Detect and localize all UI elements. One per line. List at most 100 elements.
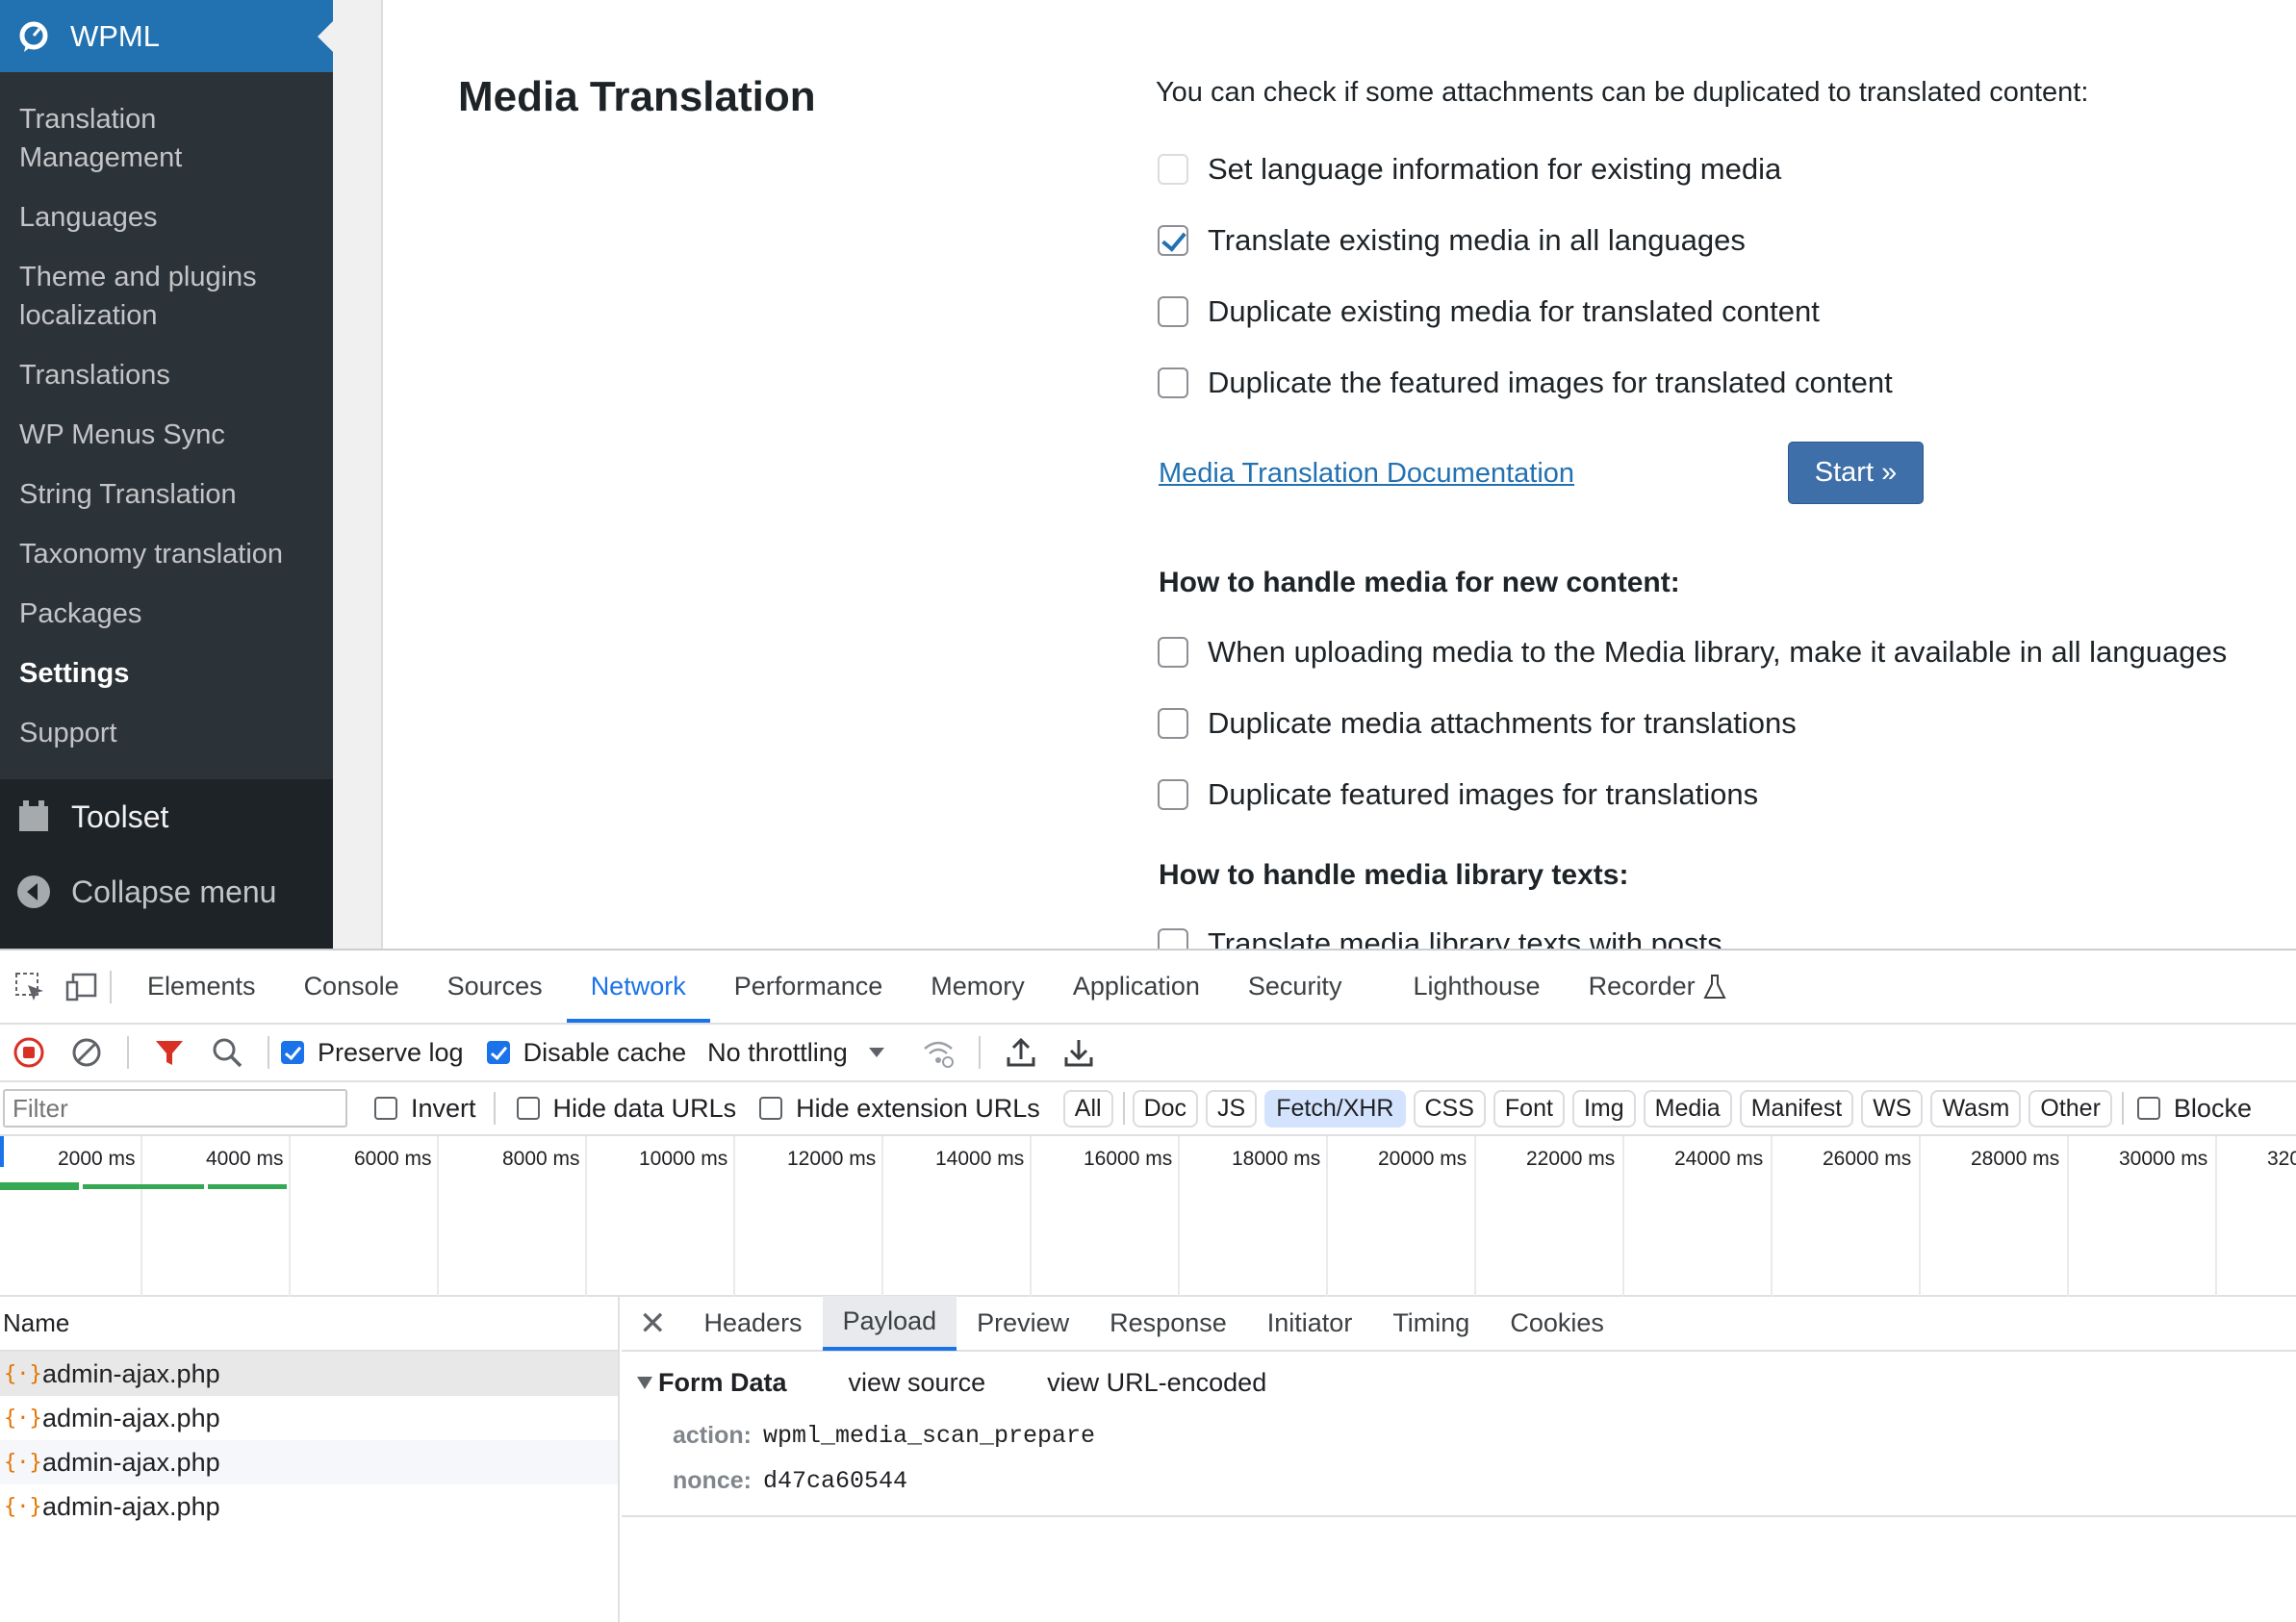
checkbox[interactable] — [1158, 708, 1188, 739]
request-row[interactable]: {·} admin-ajax.php — [0, 1352, 618, 1396]
close-icon[interactable]: ✕ — [639, 1305, 667, 1343]
timeline-selection-handle[interactable] — [0, 1136, 4, 1167]
tab-network[interactable]: Network — [566, 950, 710, 1023]
checkbox[interactable] — [1158, 225, 1188, 256]
filter-input[interactable] — [3, 1089, 347, 1128]
checkbox[interactable] — [1158, 154, 1188, 185]
tab-preview[interactable]: Preview — [957, 1296, 1089, 1351]
request-row[interactable]: {·} admin-ajax.php — [0, 1484, 618, 1529]
tab-initiator[interactable]: Initiator — [1247, 1296, 1373, 1351]
tab-response[interactable]: Response — [1089, 1296, 1247, 1351]
checkbox[interactable] — [1158, 779, 1188, 810]
tab-application[interactable]: Application — [1049, 950, 1224, 1023]
media-translation-doc-link[interactable]: Media Translation Documentation — [1159, 458, 1574, 490]
disable-cache-checkbox[interactable] — [486, 1041, 510, 1064]
dropdown-arrow-icon[interactable] — [867, 1046, 886, 1059]
expand-triangle-icon[interactable] — [637, 1376, 652, 1389]
tab-console[interactable]: Console — [280, 950, 423, 1023]
request-row[interactable]: {·} admin-ajax.php — [0, 1440, 618, 1484]
option-duplicate-featured-images[interactable]: Duplicate the featured images for transl… — [1158, 366, 1893, 400]
option-label: Set language information for existing me… — [1208, 152, 1782, 186]
record-stop-icon[interactable] — [13, 1036, 45, 1069]
payload-value[interactable]: d47ca60544 — [763, 1467, 907, 1495]
checkbox[interactable] — [1158, 296, 1188, 327]
network-conditions-icon[interactable] — [922, 1036, 955, 1069]
collapse-menu-button[interactable]: Collapse menu — [0, 863, 333, 921]
submenu-settings[interactable]: Settings — [0, 654, 333, 693]
tab-timing[interactable]: Timing — [1372, 1296, 1490, 1351]
chip-manifest[interactable]: Manifest — [1739, 1089, 1854, 1128]
chip-font[interactable]: Font — [1492, 1089, 1565, 1128]
tab-memory[interactable]: Memory — [906, 950, 1049, 1023]
column-header-name[interactable]: Name — [0, 1297, 618, 1352]
invert-checkbox[interactable] — [374, 1097, 397, 1120]
tab-payload[interactable]: Payload — [822, 1296, 957, 1351]
submenu-taxonomy-translation[interactable]: Taxonomy translation — [0, 535, 333, 573]
option-set-language-info[interactable]: Set language information for existing me… — [1158, 152, 1781, 187]
inspect-element-icon[interactable] — [13, 971, 46, 1003]
filter-funnel-icon[interactable] — [153, 1036, 186, 1069]
form-data-header[interactable]: Form Data view source view URL-encoded — [622, 1352, 2296, 1413]
tab-cookies[interactable]: Cookies — [1490, 1296, 1624, 1351]
option-duplicate-featured-for-translations[interactable]: Duplicate featured images for translatio… — [1158, 777, 1758, 812]
option-duplicate-existing-media[interactable]: Duplicate existing media for translated … — [1158, 294, 1820, 329]
timeline-request-bar — [208, 1184, 287, 1189]
option-translate-existing-media[interactable]: Translate existing media in all language… — [1158, 223, 1746, 258]
submenu-string-translation[interactable]: String Translation — [0, 475, 333, 514]
payload-value[interactable]: wpml_media_scan_prepare — [763, 1422, 1095, 1450]
sidebar-item-toolset[interactable]: Toolset — [0, 788, 333, 846]
clear-icon[interactable] — [70, 1036, 103, 1069]
chip-wasm[interactable]: Wasm — [1930, 1089, 2022, 1128]
submenu-translations[interactable]: Translations — [0, 356, 333, 394]
chip-other[interactable]: Other — [2028, 1089, 2112, 1128]
network-overview-timeline[interactable]: 2000 ms 4000 ms 6000 ms 8000 ms 10000 ms… — [0, 1136, 2296, 1297]
export-har-icon[interactable] — [1062, 1036, 1095, 1069]
chip-fetch-xhr[interactable]: Fetch/XHR — [1264, 1089, 1406, 1128]
chip-css[interactable]: CSS — [1413, 1089, 1486, 1128]
tab-lighthouse[interactable]: Lighthouse — [1389, 950, 1564, 1023]
timeline-tick-label: 320 — [2267, 1148, 2296, 1170]
checkbox[interactable] — [1158, 637, 1188, 668]
option-duplicate-media-attachments[interactable]: Duplicate media attachments for translat… — [1158, 706, 1797, 741]
chip-all[interactable]: All — [1062, 1089, 1113, 1128]
checkbox[interactable] — [1158, 928, 1188, 949]
throttling-select[interactable]: No throttling — [707, 1038, 848, 1068]
submenu-translation-management[interactable]: Translation Management — [0, 100, 333, 177]
tab-performance[interactable]: Performance — [710, 950, 907, 1023]
start-button[interactable]: Start » — [1788, 442, 1924, 504]
tab-security[interactable]: Security — [1224, 950, 1366, 1023]
chip-img[interactable]: Img — [1571, 1089, 1636, 1128]
import-har-icon[interactable] — [1005, 1036, 1037, 1069]
tab-elements[interactable]: Elements — [123, 950, 280, 1023]
option-translate-library-texts[interactable]: Translate media library texts with posts — [1158, 926, 1722, 949]
request-name: admin-ajax.php — [42, 1491, 220, 1521]
tab-recorder[interactable]: Recorder — [1565, 950, 1750, 1023]
sidebar-item-wpml[interactable]: WPML — [0, 0, 333, 72]
option-upload-all-languages[interactable]: When uploading media to the Media librar… — [1158, 635, 2227, 670]
hide-extension-urls-checkbox[interactable] — [759, 1097, 783, 1120]
view-source-link[interactable]: view source — [849, 1368, 986, 1398]
blocked-checkbox[interactable] — [2136, 1097, 2160, 1120]
search-icon[interactable] — [211, 1036, 243, 1069]
chip-doc[interactable]: Doc — [1132, 1089, 1199, 1128]
chip-js[interactable]: JS — [1206, 1089, 1258, 1128]
submenu-languages[interactable]: Languages — [0, 198, 333, 237]
preserve-log-checkbox[interactable] — [281, 1041, 304, 1064]
chip-ws[interactable]: WS — [1861, 1089, 1924, 1128]
tab-sources[interactable]: Sources — [423, 950, 567, 1023]
timeline-tick — [1622, 1136, 1624, 1297]
submenu-support[interactable]: Support — [0, 714, 333, 752]
device-toolbar-icon[interactable] — [65, 971, 98, 1003]
separator — [127, 1036, 129, 1069]
request-detail-panel: ✕ Headers Payload Preview Response Initi… — [622, 1296, 2296, 1622]
tab-headers[interactable]: Headers — [684, 1296, 823, 1351]
submenu-packages[interactable]: Packages — [0, 595, 333, 633]
checkbox[interactable] — [1158, 367, 1188, 398]
view-url-encoded-link[interactable]: view URL-encoded — [1047, 1368, 1266, 1398]
devtools-tab-bar: Elements Console Sources Network Perform… — [0, 950, 2296, 1025]
request-row[interactable]: {·} admin-ajax.php — [0, 1396, 618, 1440]
hide-data-urls-checkbox[interactable] — [516, 1097, 540, 1120]
submenu-theme-plugins-localization[interactable]: Theme and plugins localization — [0, 258, 333, 335]
chip-media[interactable]: Media — [1643, 1089, 1732, 1128]
submenu-wp-menus-sync[interactable]: WP Menus Sync — [0, 416, 333, 454]
